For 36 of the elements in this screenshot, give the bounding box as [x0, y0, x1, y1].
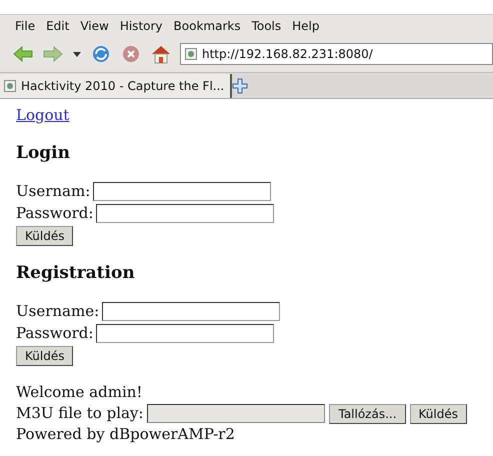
menu-item[interactable]: Edit — [41, 18, 76, 32]
section-heading: Login — [16, 143, 71, 164]
page-icon — [4, 80, 16, 92]
submit-button[interactable]: Küldés — [16, 226, 74, 246]
field-label: Password: — [16, 322, 94, 344]
browser-tab[interactable]: Hacktivity 2010 - Capture the Fl... — [0, 74, 232, 98]
dropdown-caret-icon[interactable] — [72, 49, 82, 59]
file-field[interactable] — [147, 404, 326, 423]
input-field[interactable] — [93, 182, 272, 200]
footer-text: Powered by dBpowerAMP-r2 — [16, 424, 236, 445]
field-label: Username: — [16, 300, 100, 322]
menu-item[interactable]: Bookmarks — [168, 18, 247, 32]
browse-button[interactable]: Tallózás... — [329, 404, 406, 424]
field-label: M3U file to play: — [16, 403, 144, 424]
section-heading: Registration — [16, 263, 136, 284]
submit-button[interactable]: Küldés — [410, 404, 467, 424]
menu-item[interactable]: Tools — [246, 18, 288, 32]
menu-item[interactable]: File — [10, 18, 42, 32]
back-arrow-icon[interactable] — [12, 44, 34, 64]
home-icon[interactable] — [150, 44, 172, 64]
reload-icon[interactable] — [90, 44, 112, 64]
submit-button[interactable]: Küldés — [16, 346, 74, 366]
stop-icon[interactable] — [120, 44, 142, 64]
menu-item[interactable]: Help — [287, 18, 326, 32]
page-icon — [185, 48, 197, 60]
welcome-text: Welcome admin! — [16, 382, 144, 403]
field-label: Password: — [16, 202, 94, 224]
field-label: Usernam: — [16, 180, 90, 202]
new-tab-plus-icon[interactable] — [232, 78, 248, 94]
input-field[interactable] — [102, 302, 280, 320]
logout-link[interactable]: Logout — [16, 106, 70, 124]
input-field[interactable] — [96, 204, 274, 222]
menu-item[interactable]: History — [114, 18, 169, 32]
address-field[interactable]: http://192.168.82.231:8080/ — [180, 43, 493, 65]
menu-item[interactable]: View — [75, 18, 115, 32]
input-field[interactable] — [96, 324, 274, 342]
